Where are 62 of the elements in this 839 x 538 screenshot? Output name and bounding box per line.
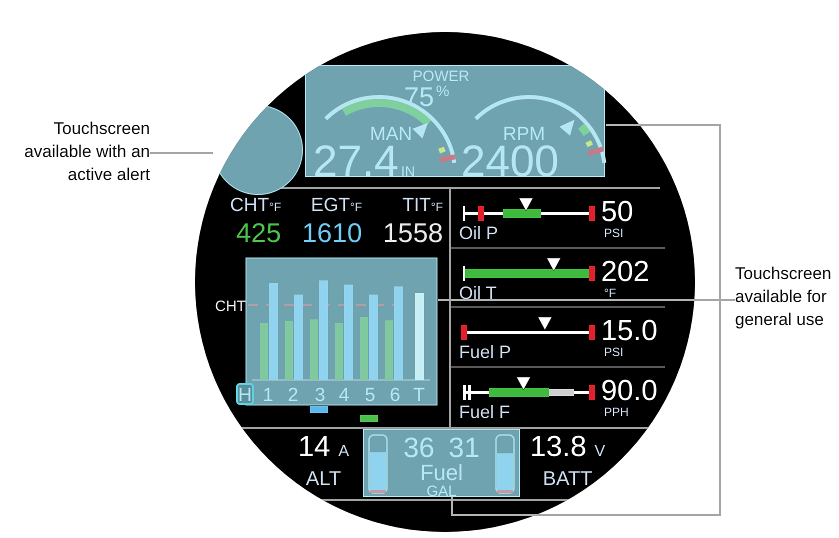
cylinder-label: T	[413, 385, 425, 406]
gauge-value: 202	[601, 256, 650, 286]
end-stop-mark	[468, 384, 471, 400]
cht-bar	[385, 320, 393, 380]
cylinder-label: 2	[288, 385, 298, 406]
gauge-unit: PSI	[604, 227, 624, 240]
cht-bar	[285, 321, 293, 380]
cht-bar	[260, 323, 268, 380]
temp-label: EGT°F	[310, 195, 362, 218]
dial-unit: IN	[401, 163, 415, 179]
temp-label: TIT°F	[402, 195, 443, 218]
leader-line	[150, 152, 213, 154]
limit-mark	[461, 325, 467, 340]
cylinder-label: 4	[338, 385, 350, 406]
fuel-quantity: 31	[448, 434, 480, 462]
fuel-label: Fuel	[420, 462, 463, 484]
normal-range-band	[503, 209, 541, 218]
readout-value: 13.8 V	[530, 431, 606, 465]
caution-range-band	[549, 388, 574, 396]
cylinder-label: 1	[262, 385, 274, 406]
gauge-label: Fuel F	[459, 402, 510, 422]
limit-mark	[589, 206, 595, 221]
cylinder-label: 3	[314, 385, 326, 406]
readout-value: 14 A	[298, 431, 349, 465]
cht-bar	[310, 319, 318, 380]
limit-mark	[478, 206, 484, 221]
cylinder-label: 5	[364, 385, 376, 406]
power-unit: %	[436, 83, 450, 100]
temp-label: CHT°F	[230, 195, 282, 218]
end-stop-mark	[463, 384, 466, 400]
fuel-unit: GAL	[426, 484, 456, 500]
gauge-label: Fuel P	[459, 342, 512, 362]
temp-value: 1610	[302, 218, 362, 248]
cht-bar	[335, 323, 343, 380]
temp-value: 425	[236, 218, 282, 248]
cylinder-label: H	[236, 383, 254, 406]
readout-label: ALT	[306, 468, 342, 490]
limit-mark	[589, 325, 595, 340]
cht-bar	[360, 317, 368, 380]
gauge-value: 50	[601, 197, 634, 227]
readout-label: BATT	[542, 468, 592, 490]
callout-text: Touchscreen available with an active alert	[23, 118, 150, 186]
gauge-value: 90.0	[601, 376, 658, 406]
limit-mark	[589, 384, 595, 400]
normal-range-band	[489, 388, 549, 396]
cylinder-label: 6	[390, 385, 400, 406]
gauge-value: 15.0	[601, 316, 658, 346]
end-stop-mark	[463, 266, 465, 280]
end-stop-mark	[463, 206, 465, 221]
fuel-quantity: 36	[403, 434, 434, 462]
gauge-unit: PSI	[604, 346, 624, 359]
cylinder-marker	[310, 406, 328, 413]
callout-text: Touchscreen available for general use	[735, 263, 832, 331]
power-label: POWER	[412, 68, 470, 85]
limit-mark	[589, 266, 595, 280]
gauge-label: Oil P	[459, 223, 498, 243]
gauge-unit: PPH	[604, 406, 629, 418]
chart-reference-label: CHT	[215, 298, 246, 315]
cylinder-marker	[360, 415, 378, 422]
gauge-unit: °F	[604, 286, 616, 300]
temp-value: 1558	[382, 218, 443, 248]
gauge-label: Oil T	[459, 282, 497, 302]
